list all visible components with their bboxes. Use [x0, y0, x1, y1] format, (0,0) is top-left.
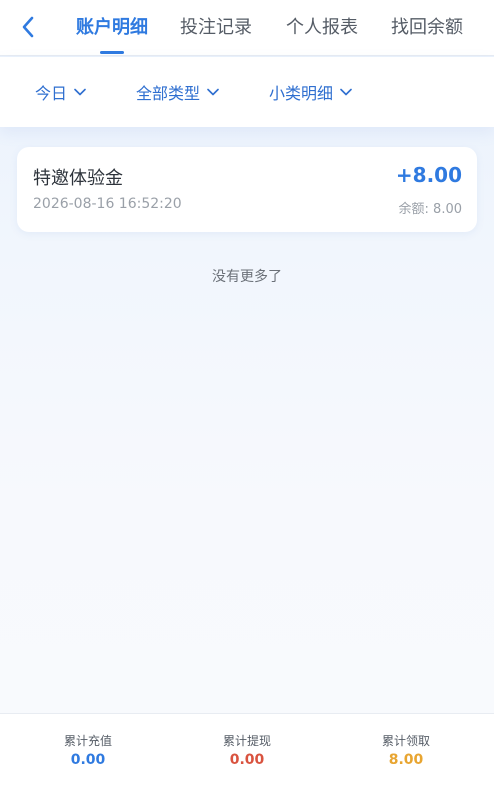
back-button[interactable]: [14, 12, 42, 42]
top-nav-bar: 账户明细 投注记录 个人报表 找回余额: [0, 0, 494, 56]
date-filter-label: 今日: [35, 84, 68, 103]
subcategory-filter-label: 小类明细: [269, 84, 334, 103]
total-deposit-value: 0.00: [70, 752, 106, 768]
record-title: 特邀体验金: [33, 168, 123, 189]
total-claimed-label: 累计领取: [381, 734, 430, 748]
subcategory-filter-dropdown[interactable]: 小类明细: [269, 81, 352, 103]
record-balance: 余额: 8.00: [398, 202, 462, 217]
tab-personal-report[interactable]: 个人报表: [286, 15, 358, 41]
total-claimed-value: 8.00: [388, 752, 424, 768]
active-tab-indicator: [100, 51, 124, 54]
chevron-left-icon: [22, 16, 34, 38]
list-end-text: 没有更多了: [212, 269, 282, 285]
tab-account-details[interactable]: 账户明细: [76, 15, 148, 41]
type-filter-label: 全部类型: [136, 84, 201, 103]
chevron-down-icon: [340, 88, 352, 96]
date-filter-dropdown[interactable]: 今日: [35, 81, 86, 103]
total-deposit-label: 累计充值: [63, 734, 112, 748]
transaction-record-card[interactable]: 特邀体验金 2026-08-16 16:52:20 +8.00 余额: 8.00: [17, 147, 477, 232]
total-withdrawal-stat: 累计提现 0.00: [187, 732, 307, 768]
total-withdrawal-label: 累计提现: [222, 734, 271, 748]
filter-bar: 今日 全部类型 小类明细: [0, 57, 494, 127]
record-amount: +8.00: [395, 163, 462, 187]
total-deposit-stat: 累计充值 0.00: [28, 732, 148, 768]
chevron-down-icon: [207, 88, 219, 96]
type-filter-dropdown[interactable]: 全部类型: [136, 81, 219, 103]
record-timestamp: 2026-08-16 16:52:20: [33, 196, 182, 212]
chevron-down-icon: [74, 88, 86, 96]
tab-recover-balance[interactable]: 找回余额: [391, 15, 463, 41]
total-claimed-stat: 累计领取 8.00: [346, 732, 466, 768]
total-withdrawal-value: 0.00: [229, 752, 265, 768]
summary-footer: 累计充值 0.00 累计提现 0.00 累计领取 8.00: [0, 713, 494, 800]
tab-bet-records[interactable]: 投注记录: [180, 15, 252, 41]
